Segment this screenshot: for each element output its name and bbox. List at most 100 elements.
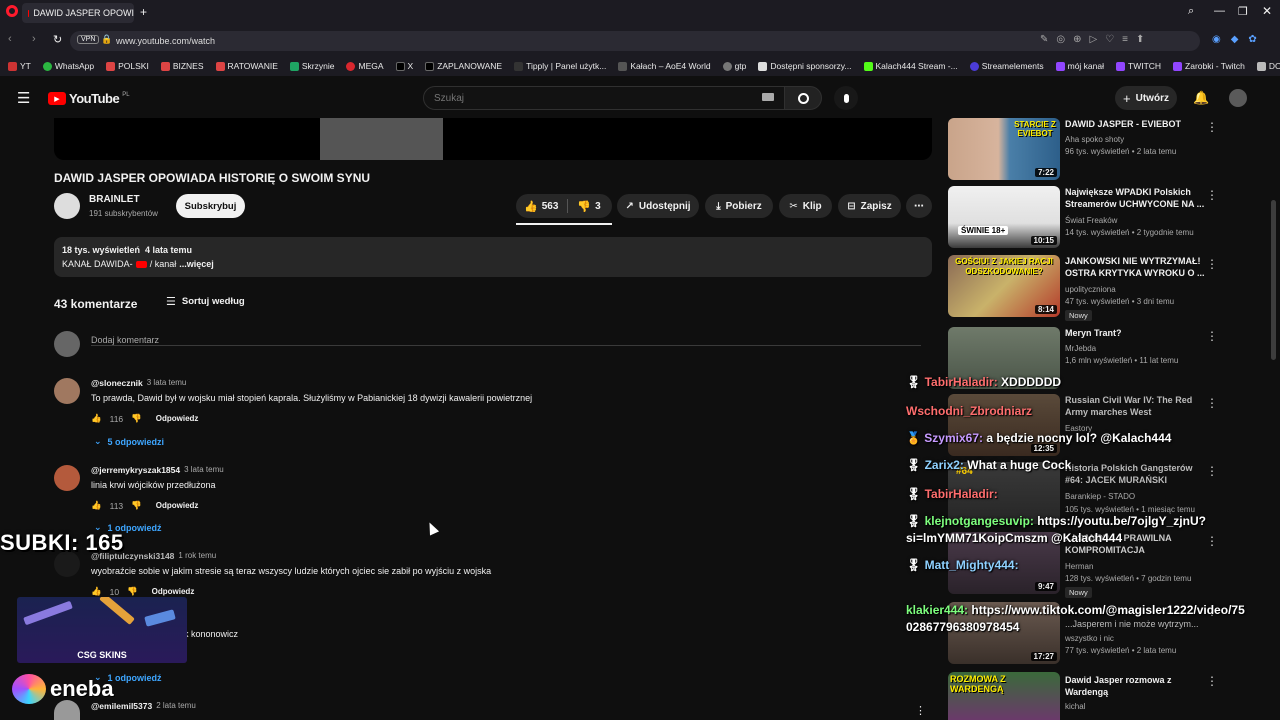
forward-icon[interactable]: › xyxy=(32,33,36,45)
share-button[interactable]: ↗ Udostępnij xyxy=(617,194,699,218)
comment-dislike-icon[interactable]: 👎 xyxy=(127,586,138,597)
more-vertical-icon[interactable]: ⋮ xyxy=(1206,534,1218,548)
video-title[interactable]: Dawid Jasper rozmowa z Wardengą xyxy=(1065,674,1205,698)
channel-avatar[interactable] xyxy=(54,193,80,219)
video-title[interactable]: Historia Polskich Gangsterów #64: JACEK … xyxy=(1065,462,1205,486)
opera-icon[interactable] xyxy=(6,5,18,17)
more-vertical-icon[interactable]: ⋮ xyxy=(1206,464,1218,478)
more-vertical-icon[interactable]: ⋮ xyxy=(1206,188,1218,202)
bookmark-streamelements[interactable]: Streamelements xyxy=(969,61,1044,71)
search-input[interactable] xyxy=(432,90,732,106)
minimize-icon[interactable]: — xyxy=(1214,5,1225,17)
hamburger-menu-icon[interactable]: ☰ xyxy=(17,89,30,107)
comment-like-icon[interactable]: 👍 xyxy=(91,586,102,597)
search-tabs-icon[interactable]: ⌕ xyxy=(1188,5,1194,18)
add-comment-field[interactable]: Dodaj komentarz xyxy=(91,330,921,346)
video-title[interactable]: Największe WPADKI Polskich Streamerów UC… xyxy=(1065,186,1205,210)
commenter-avatar[interactable] xyxy=(54,465,80,491)
commenter-avatar[interactable] xyxy=(54,378,80,404)
comment-author[interactable]: @slonecznik xyxy=(91,378,143,388)
video-channel[interactable]: Barankiep - STADO xyxy=(1065,492,1135,501)
maximize-icon[interactable]: ❐ xyxy=(1238,5,1248,18)
subscribe-button[interactable]: Subskrybuj xyxy=(176,194,245,218)
video-channel[interactable]: Herman xyxy=(1065,562,1093,571)
video-channel[interactable]: kichal xyxy=(1065,702,1085,711)
bookmark-polski[interactable]: POLSKI xyxy=(106,61,149,71)
bookmark-tipply[interactable]: Tipply | Panel użytk... xyxy=(514,61,606,71)
video-player[interactable] xyxy=(54,118,932,160)
video-title[interactable]: DAWID JASPER - EVIEBOT xyxy=(1065,118,1205,130)
like-button[interactable]: 👍 563 xyxy=(524,200,558,213)
video-title[interactable]: Meryn Trant? xyxy=(1065,327,1205,339)
profile-icon[interactable]: ◉◆✿ xyxy=(1212,34,1267,45)
reload-icon[interactable]: ↻ xyxy=(53,33,62,46)
video-title[interactable]: Russian Civil War IV: The Red Army march… xyxy=(1065,394,1205,418)
dislike-button[interactable]: 👎 3 xyxy=(577,200,600,213)
youtube-link-icon[interactable] xyxy=(135,260,147,268)
clip-button[interactable]: ✂ Klip xyxy=(779,194,832,218)
video-channel[interactable]: upolityczniona xyxy=(1065,285,1116,294)
bookmark-ratowanie[interactable]: RATOWANIE xyxy=(215,61,278,71)
bookmark-zarobki[interactable]: Zarobki - Twitch xyxy=(1173,61,1245,71)
save-button[interactable]: ⊟ Zapisz xyxy=(838,194,901,218)
bookmark-moj-kanal[interactable]: mój kanał xyxy=(1055,61,1104,71)
reply-button[interactable]: Odpowiedz xyxy=(156,414,199,423)
download-button[interactable]: ⤓ Pobierz xyxy=(705,194,773,218)
create-button[interactable]: + Utwórz xyxy=(1115,86,1177,110)
recommended-video[interactable]: ROZMOWA Z WARDENGĄ Dawid Jasper rozmowa … xyxy=(948,672,1268,720)
comment-dislike-icon[interactable]: 👎 xyxy=(131,500,142,511)
bookmark-sponsorzy[interactable]: Dostępni sponsorzy... xyxy=(758,61,852,71)
search-box[interactable] xyxy=(423,86,785,110)
more-vertical-icon[interactable]: ⋮ xyxy=(1206,396,1218,410)
video-thumbnail[interactable]: GOŚCIU! Z JAKIEJ RACJI ODSZKODOWANIE? 8:… xyxy=(948,255,1060,317)
video-channel[interactable]: MrJebda xyxy=(1065,344,1096,353)
bookmark-biznes[interactable]: BIZNES xyxy=(160,61,204,71)
more-vertical-icon[interactable]: ⋮ xyxy=(1206,120,1218,134)
channel-name[interactable]: BRAINLET xyxy=(89,194,140,205)
account-avatar[interactable] xyxy=(1229,89,1247,107)
recommended-video[interactable]: GOŚCIU! Z JAKIEJ RACJI ODSZKODOWANIE? 8:… xyxy=(948,255,1268,321)
keyboard-icon[interactable] xyxy=(762,93,774,101)
sort-comments-button[interactable]: ☰ Sortuj według xyxy=(166,295,245,308)
extensions-icon[interactable]: ✎◎⊕▷♡≡⬆ xyxy=(1040,34,1152,45)
comment-like-icon[interactable]: 👍 xyxy=(91,413,102,424)
description-link[interactable]: / kanał xyxy=(150,259,177,269)
search-button[interactable] xyxy=(784,86,822,110)
recommended-video[interactable]: STARCIE Z EVIEBOT 7:22 DAWID JASPER - EV… xyxy=(948,118,1268,182)
comment-time[interactable]: 1 rok temu xyxy=(178,551,216,561)
back-icon[interactable]: ‹ xyxy=(8,33,12,45)
url-text[interactable]: www.youtube.com/watch xyxy=(116,36,215,46)
youtube-logo[interactable]: ▶ YouTube PL xyxy=(48,91,130,106)
address-bar[interactable] xyxy=(70,31,1200,51)
video-channel[interactable]: Świat Freaków xyxy=(1065,216,1117,225)
show-replies-button[interactable]: ⌄ 5 odpowiedzi xyxy=(94,436,164,447)
browser-tab-active[interactable]: DAWID JASPER OPOWI xyxy=(22,3,134,23)
comment-author[interactable]: @jerremykryszak1854 xyxy=(91,465,180,475)
more-vertical-icon[interactable]: ⋮ xyxy=(1206,329,1218,343)
video-title[interactable]: ...Jasperem i nie może wytrzym... xyxy=(1065,618,1205,630)
video-thumbnail[interactable]: ROZMOWA Z WARDENGĄ xyxy=(948,672,1060,720)
close-icon[interactable]: ✕ xyxy=(1262,4,1272,18)
video-title[interactable]: JANKOWSKI NIE WYTRZYMAŁ! OSTRA KRYTYKA W… xyxy=(1065,255,1205,279)
comment-time[interactable]: 2 lata temu xyxy=(156,701,196,711)
recommended-video[interactable]: ŚWINIE 18+ 10:15 Największe WPADKI Polsk… xyxy=(948,186,1268,250)
bookmark-gtp[interactable]: gtp xyxy=(722,61,746,71)
bookmark-aoe4[interactable]: Kałach – AoE4 World xyxy=(618,61,711,71)
more-vertical-icon[interactable]: ⋮ xyxy=(1206,257,1218,271)
video-channel[interactable]: wszystko i nic xyxy=(1065,634,1114,643)
new-tab-icon[interactable]: + xyxy=(140,5,147,19)
bookmark-dom[interactable]: DOM xyxy=(1256,61,1280,71)
bookmark-zaplanowane[interactable]: ZAPLANOWANE xyxy=(425,61,502,71)
comment-time[interactable]: 3 lata temu xyxy=(184,465,224,475)
bookmark-x[interactable]: X xyxy=(395,61,413,71)
vpn-badge[interactable]: VPN xyxy=(77,35,100,44)
bookmark-mega[interactable]: MEGA xyxy=(346,61,384,71)
bookmark-skrzynie[interactable]: Skrzynie xyxy=(289,61,334,71)
description-box[interactable] xyxy=(54,237,932,277)
more-vertical-icon[interactable]: ⋮ xyxy=(1206,674,1218,688)
video-channel[interactable]: Aha spoko shoty xyxy=(1065,135,1124,144)
video-thumbnail[interactable]: ŚWINIE 18+ 10:15 xyxy=(948,186,1060,248)
comment-like-icon[interactable]: 👍 xyxy=(91,500,102,511)
page-scrollbar[interactable] xyxy=(1271,200,1276,360)
reply-button[interactable]: Odpowiedz xyxy=(152,587,195,596)
